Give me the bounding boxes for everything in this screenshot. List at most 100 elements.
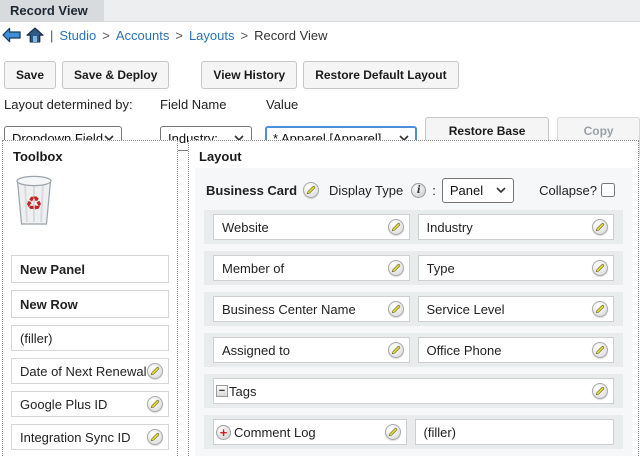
toolbox-item[interactable]: New Row (11, 290, 169, 318)
toolbox-item[interactable]: New Panel (11, 255, 169, 283)
toolbox-item[interactable]: Integration Sync ID (11, 424, 169, 450)
toolbox-item-label: Date of Next Renewal (20, 364, 146, 379)
edit-panel-name-icon[interactable] (303, 182, 319, 198)
field-label: Comment Log (234, 425, 385, 440)
layout-field-cell[interactable]: Service Level (418, 296, 615, 322)
edit-field-icon[interactable] (592, 383, 608, 399)
layout-field-cell[interactable]: +Comment Log (213, 419, 407, 445)
edit-field-icon[interactable] (592, 301, 608, 317)
field-label: Business Center Name (222, 302, 388, 317)
toolbox-item[interactable]: Date of Next Renewal (11, 358, 169, 384)
toolbox-title: Toolbox (3, 141, 177, 166)
colon-text: : (432, 183, 436, 198)
layout-field-cell[interactable]: Type (418, 255, 615, 281)
edit-field-icon[interactable] (592, 260, 608, 276)
layout-field-cell[interactable]: −Tags (213, 378, 614, 404)
toolbox-item-label: Google Plus ID (20, 397, 107, 412)
layout-row: Member of Type (204, 251, 623, 285)
view-history-button[interactable]: View History (201, 61, 297, 89)
panel-header-row: Business Card Display Type i : Panel Col… (206, 176, 621, 204)
breadcrumb-separator: > (175, 28, 183, 43)
edit-field-icon[interactable] (147, 363, 163, 379)
layout-rows: Website Industry Member of Type Business Cen… (204, 210, 623, 456)
layout-field-cell[interactable]: Industry (418, 214, 615, 240)
field-label: Office Phone (427, 343, 593, 358)
layout-field-cell[interactable]: Office Phone (418, 337, 615, 363)
breadcrumb-link-layouts[interactable]: Layouts (189, 28, 235, 43)
layout-panel: Layout Business Card Display Type i : Pa… (188, 140, 639, 456)
layout-row: Business Center Name Service Level (204, 292, 623, 326)
edit-field-icon[interactable] (147, 396, 163, 412)
filter-labels: Layout determined by: Field Name Value (0, 97, 640, 112)
toolbox-panel: Toolbox ♻ New Panel New Row (filler) Date o… (2, 140, 178, 456)
action-toolbar: Save Save & Deploy View History Restore … (0, 46, 640, 89)
edit-field-icon[interactable] (388, 219, 404, 235)
layout-field-cell[interactable]: Assigned to (213, 337, 410, 363)
edit-field-icon[interactable] (385, 424, 401, 440)
toolbox-item-label: New Row (20, 297, 78, 312)
field-label: Service Level (427, 302, 593, 317)
layout-field-cell[interactable]: Business Center Name (213, 296, 410, 322)
info-icon[interactable]: i (411, 183, 426, 198)
edit-field-icon[interactable] (388, 301, 404, 317)
field-label: Website (222, 220, 388, 235)
collapse-field-icon[interactable]: − (216, 385, 228, 397)
recycle-bin-icon[interactable]: ♻ (13, 174, 177, 231)
toolbox-item[interactable]: (filler) (11, 325, 169, 351)
save-button[interactable]: Save (4, 61, 56, 89)
svg-text:♻: ♻ (25, 193, 42, 215)
display-type-select[interactable]: Panel (442, 178, 514, 203)
layout-row: Assigned to Office Phone (204, 333, 623, 367)
breadcrumb-separator: > (102, 28, 110, 43)
edit-field-icon[interactable] (388, 260, 404, 276)
toolbox-items: New Panel New Row (filler) Date of Next Ren… (3, 255, 177, 456)
layout-field-cell[interactable]: Website (213, 214, 410, 240)
layout-row: −Tags (204, 374, 623, 408)
field-label: Assigned to (222, 343, 388, 358)
breadcrumb-link-accounts[interactable]: Accounts (116, 28, 169, 43)
expand-field-icon[interactable]: + (216, 425, 231, 440)
layout-row: Website Industry (204, 210, 623, 244)
panel-name: Business Card (206, 183, 297, 198)
back-arrow-icon[interactable] (2, 27, 21, 43)
toolbox-item[interactable]: Google Plus ID (11, 391, 169, 417)
studio-record-view-screen: Record View | Studio > Accounts > Layout… (0, 0, 640, 456)
layout-title: Layout (189, 141, 638, 166)
field-label: (filler) (424, 425, 609, 440)
field-label: Type (427, 261, 593, 276)
edit-field-icon[interactable] (592, 342, 608, 358)
collapse-label: Collapse? (539, 183, 597, 198)
edit-field-icon[interactable] (592, 219, 608, 235)
home-icon[interactable] (26, 27, 44, 43)
breadcrumb-separator: > (240, 28, 248, 43)
collapse-checkbox[interactable] (601, 183, 615, 197)
edit-field-icon[interactable] (388, 342, 404, 358)
field-name-label: Field Name (160, 97, 266, 112)
toolbox-item-label: New Panel (20, 262, 85, 277)
layout-canvas: Business Card Display Type i : Panel Col… (195, 168, 632, 456)
editor-panels: Toolbox ♻ New Panel New Row (filler) Date o… (2, 140, 639, 456)
display-type-label: Display Type (329, 183, 403, 198)
collapse-control: Collapse? (539, 183, 615, 198)
layout-row: +Comment Log (filler) (204, 415, 623, 449)
layout-filler-cell[interactable]: (filler) (415, 419, 615, 445)
breadcrumb-pipe: | (50, 28, 53, 43)
breadcrumb-link-studio[interactable]: Studio (59, 28, 96, 43)
restore-default-layout-button[interactable]: Restore Default Layout (303, 61, 458, 89)
value-label: Value (266, 97, 298, 112)
layout-determined-by-label: Layout determined by: (4, 97, 160, 112)
display-type-value: Panel (450, 183, 483, 198)
field-label: Member of (222, 261, 388, 276)
toolbox-item-label: Integration Sync ID (20, 430, 131, 445)
toolbox-item-label: (filler) (20, 331, 53, 346)
titlebar: Record View (0, 0, 640, 22)
chevron-down-icon (496, 187, 506, 193)
page-title: Record View (0, 0, 104, 21)
edit-field-icon[interactable] (147, 429, 163, 445)
save-deploy-button[interactable]: Save & Deploy (62, 61, 169, 89)
field-label: Industry (427, 220, 593, 235)
field-label: Tags (229, 384, 592, 399)
breadcrumb: | Studio > Accounts > Layouts > Record V… (0, 22, 640, 46)
layout-field-cell[interactable]: Member of (213, 255, 410, 281)
breadcrumb-current: Record View (254, 28, 327, 43)
